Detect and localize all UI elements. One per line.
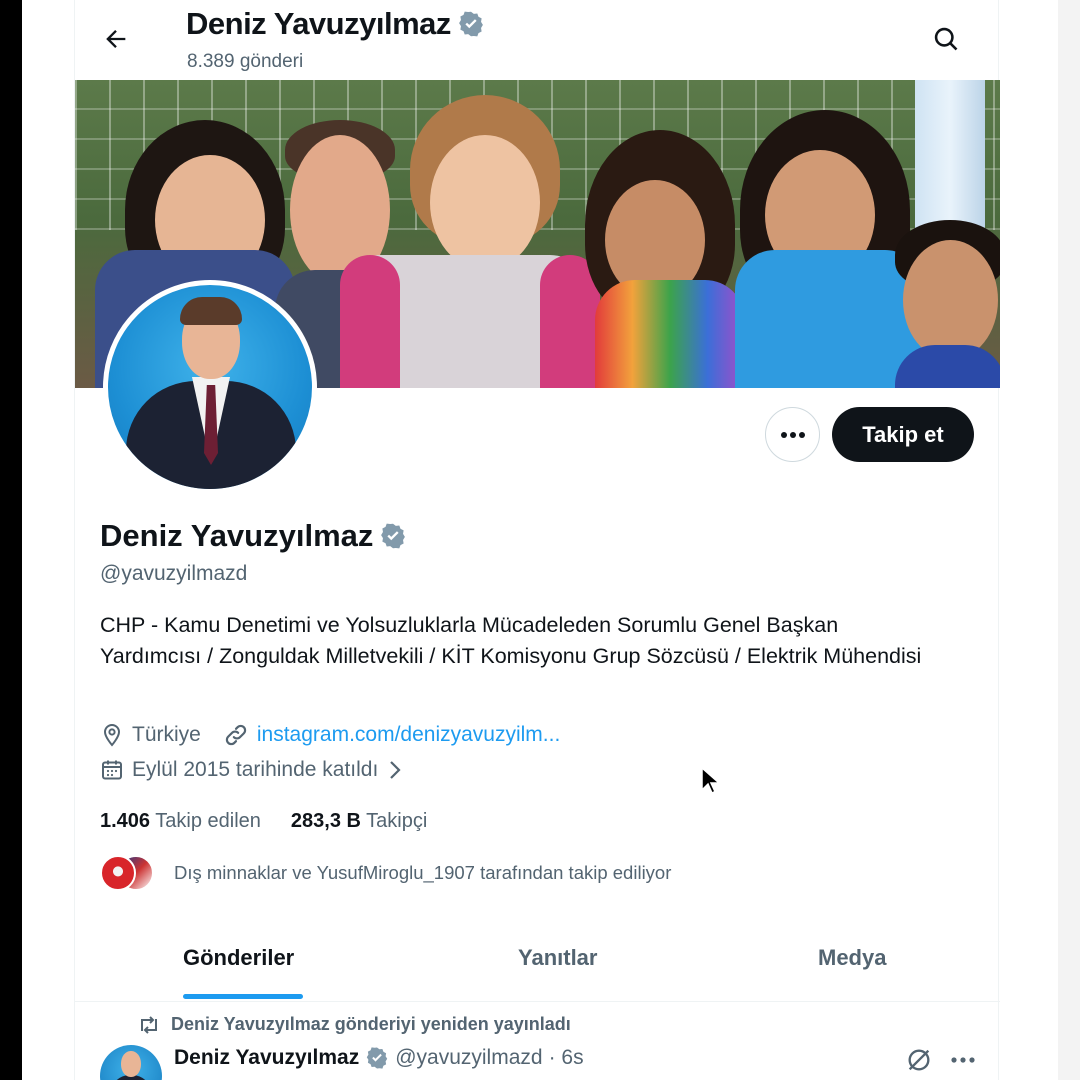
header-name: Deniz Yavuzyılmaz — [186, 6, 451, 41]
verified-badge-icon — [381, 523, 406, 549]
post-count: 8.389 gönderi — [187, 51, 304, 72]
joined-text: Eylül 2015 tarihinde katıldı — [132, 758, 379, 781]
location-item: Türkiye — [100, 723, 201, 747]
repost-label: Deniz Yavuzyılmaz gönderiyi yeniden yayı… — [137, 1014, 571, 1035]
tab-media[interactable]: Medya — [818, 945, 886, 971]
location-pin-icon — [103, 723, 121, 747]
location-text: Türkiye — [132, 723, 201, 746]
follow-button[interactable]: Takip et — [832, 407, 974, 462]
mouse-cursor-icon — [701, 766, 721, 795]
back-button[interactable] — [95, 18, 137, 60]
profile-handle: @yavuzyilmazd — [100, 562, 248, 585]
website-item[interactable]: instagram.com/denizyavuzyilm... — [223, 722, 560, 748]
following-label: Takip edilen — [155, 810, 261, 832]
post-author-avatar[interactable] — [100, 1045, 162, 1080]
post-author-name[interactable]: Deniz Yavuzyılmaz — [174, 1046, 359, 1070]
profile-bio: CHP - Kamu Denetimi ve Yolsuzluklarla Mü… — [100, 613, 922, 668]
profile-name: Deniz Yavuzyılmaz — [100, 518, 407, 554]
profile-tabs: Gönderiler Yanıtlar Medya — [75, 925, 1000, 1002]
website-link[interactable]: instagram.com/denizyavuzyilm... — [257, 723, 560, 747]
profile-display-name: Deniz Yavuzyılmaz — [100, 518, 374, 553]
repost-icon — [141, 1015, 157, 1034]
link-icon — [225, 724, 247, 746]
header-title: Deniz Yavuzyılmaz — [186, 6, 485, 42]
more-options-button[interactable] — [765, 407, 820, 462]
joined-row[interactable]: Eylül 2015 tarihinde katıldı — [100, 758, 404, 782]
following-stat[interactable]: 1.406 Takip edilen — [100, 810, 261, 833]
search-icon — [934, 27, 958, 51]
post-author-handle[interactable]: @yavuzyilmazd — [395, 1046, 542, 1070]
verified-badge-icon — [458, 11, 483, 37]
profile-column: Deniz Yavuzyılmaz 8.389 gönderi Takip et… — [74, 0, 1000, 1080]
verified-badge-icon — [367, 1047, 388, 1069]
followers-stat[interactable]: 283,3 B Takipçi — [291, 810, 427, 833]
followers-label: Takipçi — [366, 810, 428, 832]
active-tab-indicator — [183, 994, 303, 999]
profile-meta: Türkiye instagram.com/denizyavuzyilm... — [100, 722, 560, 748]
follow-stats: 1.406 Takip edilen 283,3 B Takipçi — [100, 810, 427, 833]
tab-posts[interactable]: Gönderiler — [183, 945, 294, 971]
post-time[interactable]: · 6s — [549, 1046, 584, 1070]
chevron-right-icon — [390, 761, 401, 779]
follower-avatars — [100, 855, 156, 891]
app-screen: Deniz Yavuzyılmaz 8.389 gönderi Takip et… — [22, 0, 1058, 1080]
arrow-left-icon — [106, 30, 126, 48]
more-dots-icon[interactable] — [951, 1056, 975, 1064]
profile-avatar[interactable] — [103, 280, 317, 494]
following-count: 1.406 — [100, 810, 151, 832]
follower-avatar — [100, 855, 136, 891]
profile-header: Deniz Yavuzyılmaz 8.389 gönderi — [75, 0, 1000, 80]
more-dots-icon — [780, 431, 805, 438]
repost-text: Deniz Yavuzyılmaz gönderiyi yeniden yayı… — [171, 1014, 571, 1034]
banner-goalpost — [915, 80, 985, 240]
tab-replies[interactable]: Yanıtlar — [518, 945, 597, 971]
search-button[interactable] — [925, 18, 967, 60]
side-panel-edge — [1058, 0, 1080, 1080]
grok-icon[interactable] — [905, 1046, 933, 1074]
post-actions — [905, 1046, 975, 1074]
calendar-icon — [102, 760, 122, 780]
followed-by-row[interactable]: Dış minnaklar ve YusufMiroglu_1907 taraf… — [100, 855, 671, 891]
followed-by-text: Dış minnaklar ve YusufMiroglu_1907 taraf… — [174, 862, 672, 883]
followers-count: 283,3 B — [290, 810, 361, 832]
post-header: Deniz Yavuzyılmaz @yavuzyilmazd · 6s — [174, 1046, 584, 1070]
